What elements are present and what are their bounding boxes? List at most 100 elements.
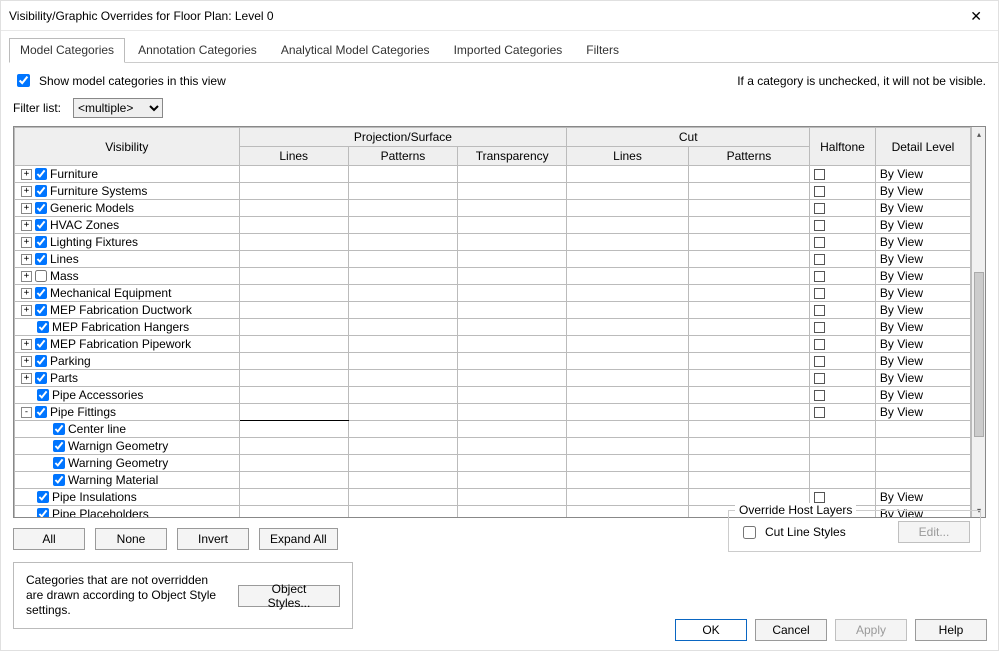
halftone-cell[interactable] (810, 200, 876, 217)
proj-lines-cell[interactable] (239, 234, 348, 251)
expand-icon[interactable]: + (21, 339, 32, 350)
proj-transparency-cell[interactable] (458, 166, 567, 183)
halftone-cell[interactable] (810, 404, 876, 421)
visibility-cell[interactable]: Pipe Insulations (15, 489, 240, 506)
visibility-cell[interactable]: +Lighting Fixtures (15, 234, 240, 251)
proj-lines-cell[interactable] (239, 472, 348, 489)
visibility-cell[interactable]: +Lines (15, 251, 240, 268)
halftone-checkbox[interactable] (814, 492, 825, 503)
category-checkbox[interactable] (53, 423, 65, 435)
proj-lines-cell[interactable] (239, 353, 348, 370)
cut-lines-cell[interactable] (567, 472, 688, 489)
cancel-button[interactable]: Cancel (755, 619, 827, 641)
title-bar[interactable]: Visibility/Graphic Overrides for Floor P… (1, 1, 998, 31)
detail-level-cell[interactable]: By View (875, 336, 970, 353)
table-row[interactable]: +FurnitureBy View (15, 166, 971, 183)
proj-patterns-cell[interactable] (348, 234, 457, 251)
halftone-cell[interactable] (810, 217, 876, 234)
proj-transparency-cell[interactable] (458, 455, 567, 472)
category-checkbox[interactable] (53, 440, 65, 452)
detail-level-cell[interactable]: By View (875, 200, 970, 217)
category-checkbox[interactable] (35, 270, 47, 282)
proj-transparency-cell[interactable] (458, 336, 567, 353)
proj-lines-cell[interactable] (239, 506, 348, 518)
visibility-cell[interactable]: +MEP Fabrication Pipework (15, 336, 240, 353)
halftone-checkbox[interactable] (814, 203, 825, 214)
proj-patterns-cell[interactable] (348, 336, 457, 353)
collapse-icon[interactable]: - (21, 407, 32, 418)
category-checkbox[interactable] (35, 202, 47, 214)
halftone-checkbox[interactable] (814, 237, 825, 248)
cut-patterns-cell[interactable] (688, 183, 809, 200)
halftone-cell[interactable] (810, 251, 876, 268)
detail-level-cell[interactable] (875, 421, 970, 438)
category-checkbox[interactable] (35, 406, 47, 418)
cut-patterns-cell[interactable] (688, 251, 809, 268)
override-edit-button[interactable]: Edit... (898, 521, 970, 543)
halftone-cell[interactable] (810, 319, 876, 336)
category-checkbox[interactable] (35, 304, 47, 316)
tab-model-categories[interactable]: Model Categories (9, 38, 125, 63)
detail-level-cell[interactable]: By View (875, 387, 970, 404)
grid-scrollbar[interactable]: ▴ ▾ (971, 127, 985, 517)
category-checkbox[interactable] (35, 338, 47, 350)
proj-patterns-cell[interactable] (348, 438, 457, 455)
halftone-cell[interactable] (810, 336, 876, 353)
halftone-cell[interactable] (810, 302, 876, 319)
proj-patterns-cell[interactable] (348, 200, 457, 217)
detail-level-cell[interactable]: By View (875, 166, 970, 183)
halftone-checkbox[interactable] (814, 254, 825, 265)
table-row[interactable]: Warning Material (15, 472, 971, 489)
proj-lines-cell[interactable] (239, 404, 348, 421)
cut-patterns-cell[interactable] (688, 421, 809, 438)
cut-patterns-cell[interactable] (688, 200, 809, 217)
expand-icon[interactable]: + (21, 356, 32, 367)
cut-lines-cell[interactable] (567, 506, 688, 518)
table-row[interactable]: -Pipe FittingsBy View (15, 404, 971, 421)
cut-lines-cell[interactable] (567, 404, 688, 421)
proj-lines-cell[interactable] (239, 421, 348, 438)
cut-lines-cell[interactable] (567, 200, 688, 217)
table-row[interactable]: MEP Fabrication HangersBy View (15, 319, 971, 336)
proj-transparency-cell[interactable] (458, 200, 567, 217)
proj-lines-cell[interactable] (239, 183, 348, 200)
proj-patterns-cell[interactable] (348, 302, 457, 319)
detail-level-cell[interactable]: By View (875, 217, 970, 234)
halftone-checkbox[interactable] (814, 220, 825, 231)
detail-level-cell[interactable] (875, 455, 970, 472)
detail-level-cell[interactable]: By View (875, 302, 970, 319)
cut-lines-cell[interactable] (567, 421, 688, 438)
proj-transparency-cell[interactable] (458, 268, 567, 285)
table-row[interactable]: +HVAC Zones By View (15, 217, 971, 234)
cut-patterns-cell[interactable] (688, 217, 809, 234)
halftone-cell[interactable] (810, 421, 876, 438)
proj-lines-cell[interactable] (239, 200, 348, 217)
col-visibility[interactable]: Visibility (15, 128, 240, 166)
cut-lines-cell[interactable] (567, 387, 688, 404)
cut-lines-cell[interactable] (567, 268, 688, 285)
invert-button[interactable]: Invert (177, 528, 249, 550)
table-row[interactable]: +MassBy View (15, 268, 971, 285)
proj-lines-cell[interactable] (239, 370, 348, 387)
halftone-cell[interactable] (810, 268, 876, 285)
apply-button[interactable]: Apply (835, 619, 907, 641)
proj-patterns-cell[interactable] (348, 166, 457, 183)
cut-patterns-cell[interactable] (688, 370, 809, 387)
proj-lines-cell[interactable] (239, 438, 348, 455)
detail-level-cell[interactable]: By View (875, 268, 970, 285)
expand-icon[interactable]: + (21, 203, 32, 214)
all-button[interactable]: All (13, 528, 85, 550)
proj-transparency-cell[interactable] (458, 183, 567, 200)
visibility-cell[interactable]: +HVAC Zones (15, 217, 240, 234)
proj-patterns-cell[interactable] (348, 268, 457, 285)
category-checkbox[interactable] (35, 185, 47, 197)
proj-transparency-cell[interactable] (458, 319, 567, 336)
cut-line-styles-checkbox[interactable] (743, 526, 756, 539)
proj-lines-cell[interactable] (239, 268, 348, 285)
visibility-cell[interactable]: Warning Material (15, 472, 240, 489)
detail-level-cell[interactable]: By View (875, 370, 970, 387)
cut-patterns-cell[interactable] (688, 455, 809, 472)
expand-icon[interactable]: + (21, 169, 32, 180)
category-checkbox[interactable] (35, 236, 47, 248)
table-row[interactable]: +ParkingBy View (15, 353, 971, 370)
